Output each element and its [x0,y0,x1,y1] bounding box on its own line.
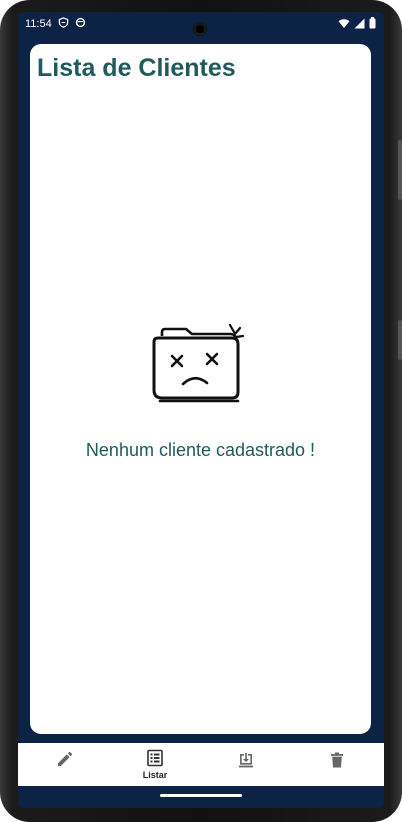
sync-icon [75,17,86,28]
status-time: 11:54 [25,18,52,30]
trash-icon [331,752,343,768]
screen: 11:54 Lista de Clientes Nenhum cliente c… [18,12,384,808]
status-bar: 11:54 [18,12,384,38]
wifi-icon [338,18,350,28]
empty-state-message: Nenhum cliente cadastrado ! [85,440,316,460]
nav-item-delete[interactable] [307,743,367,786]
list-icon [147,749,163,767]
bottom-navigation: Listar [18,743,384,786]
page-title: Lista de Clientes [37,54,236,82]
battery-icon [369,17,376,29]
signal-icon [354,18,365,28]
nav-item-edit[interactable] [34,743,94,786]
download-icon [239,753,253,768]
pencil-icon [58,751,73,766]
nav-label-listar: Listar [142,770,168,780]
power-button [398,320,402,360]
nav-item-listar[interactable]: Listar [125,743,185,786]
volume-button [398,140,402,200]
device-frame: 11:54 Lista de Clientes Nenhum cliente c… [0,0,402,822]
home-indicator[interactable] [160,794,242,797]
sad-folder-icon [152,324,245,403]
nav-item-download[interactable] [216,743,276,786]
status-icons [338,17,376,29]
shield-icon [58,17,69,28]
front-camera [193,22,207,36]
content-card: Lista de Clientes Nenhum cliente cadastr… [30,44,371,734]
